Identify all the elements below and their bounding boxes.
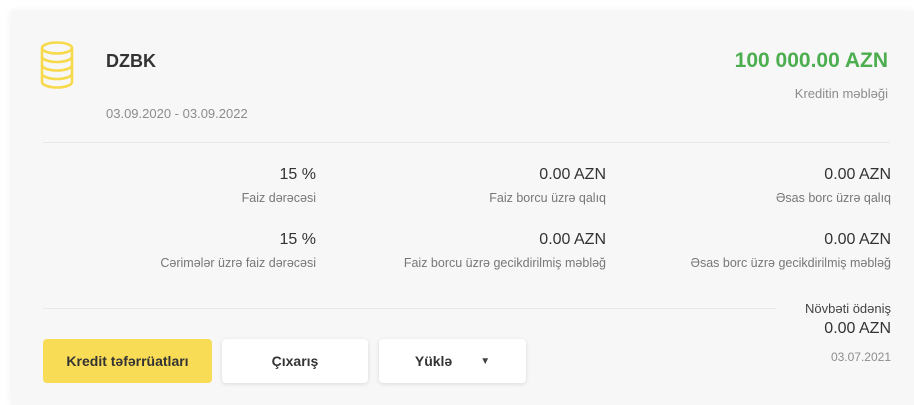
next-payment-title: Növbəti ödəniş	[805, 301, 891, 316]
loan-details-button-label: Kredit təfərrüatları	[66, 353, 189, 369]
next-payment-amount: 0.00 AZN	[824, 320, 891, 337]
stat-value: 15 %	[279, 166, 316, 183]
stat-value: 0.00 AZN	[824, 231, 891, 248]
loan-amount: 100 000.00 AZN	[734, 49, 888, 72]
loan-details-button[interactable]: Kredit təfərrüatları	[43, 339, 212, 383]
download-dropdown-button[interactable]: Yüklə ▼	[379, 339, 526, 383]
stat-interest-debt-balance: 0.00 AZN Faiz borcu üzrə qalıq	[489, 165, 606, 205]
stat-interest-rate: 15 % Faiz dərəcəsi	[242, 165, 316, 205]
stat-interest-overdue: 0.00 AZN Faiz borcu üzrə gecikdirilmiş m…	[404, 230, 606, 270]
stat-label: Faiz borcu üzrə qalıq	[489, 191, 606, 205]
stat-label: Faiz dərəcəsi	[241, 191, 316, 205]
stat-penalty-rate: 15 % Cərimələr üzrə faiz dərəcəsi	[160, 230, 316, 270]
stat-label: Əsas borc üzrə qalıq	[775, 191, 891, 205]
stat-value: 0.00 AZN	[539, 231, 606, 248]
next-payment: Növbəti ödəniş 0.00 AZN 03.07.2021	[805, 301, 891, 364]
loan-period: 03.09.2020 - 03.09.2022	[106, 106, 248, 121]
chevron-down-icon: ▼	[480, 355, 491, 367]
download-button-label: Yüklə	[414, 353, 453, 369]
loan-amount-label: Kreditin məbləği	[794, 86, 888, 101]
statement-button[interactable]: Çıxarış	[222, 339, 368, 383]
stat-label: Faiz borcu üzrə gecikdirilmiş məbləğ	[403, 256, 606, 270]
stat-label: Cərimələr üzrə faiz dərəcəsi	[160, 256, 316, 270]
stat-value: 15 %	[279, 231, 316, 248]
coin-stack-icon	[40, 41, 74, 89]
divider	[43, 308, 776, 309]
stat-label: Əsas borc üzrə gecikdirilmiş məbləğ	[690, 256, 891, 270]
stat-value: 0.00 AZN	[824, 166, 891, 183]
stat-value: 0.00 AZN	[539, 166, 606, 183]
stat-principal-overdue: 0.00 AZN Əsas borc üzrə gecikdirilmiş mə…	[691, 230, 891, 270]
divider	[43, 142, 890, 143]
stat-principal-debt-balance: 0.00 AZN Əsas borc üzrə qalıq	[776, 165, 891, 205]
statement-button-label: Çıxarış	[271, 353, 319, 369]
loan-name: DZBK	[106, 51, 156, 71]
next-payment-date: 03.07.2021	[830, 350, 891, 364]
